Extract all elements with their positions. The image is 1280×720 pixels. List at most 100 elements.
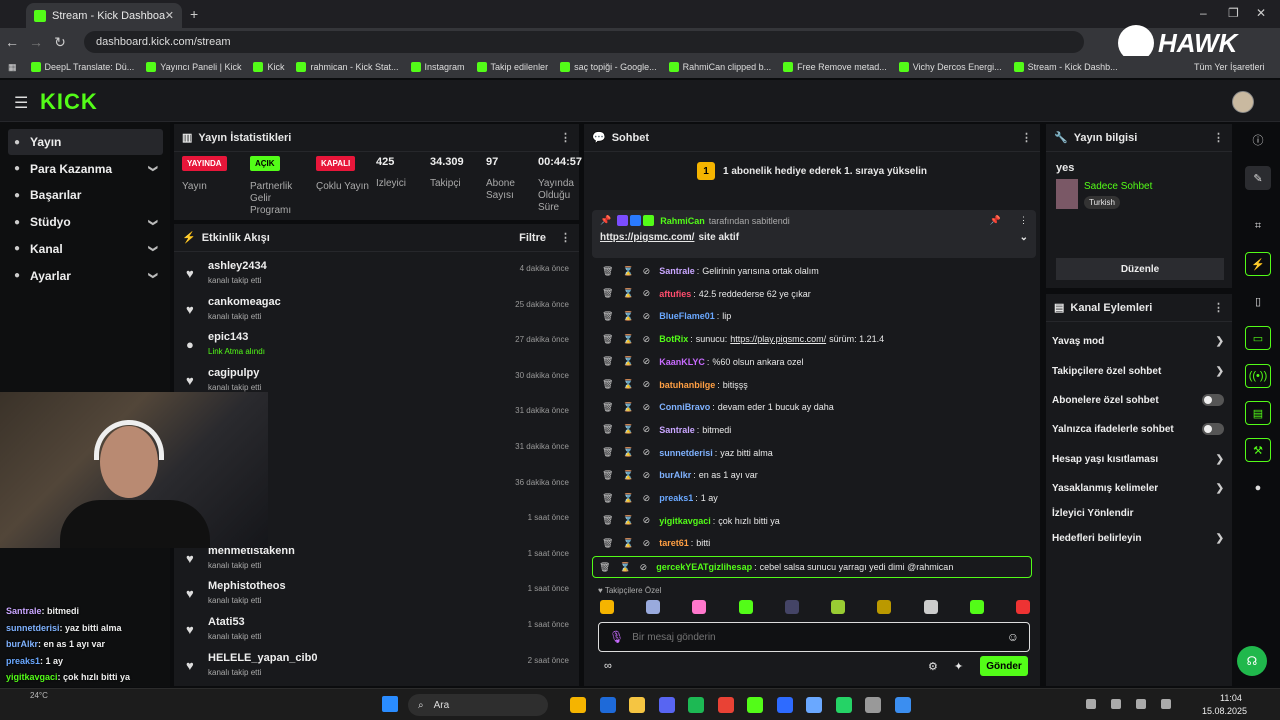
emote-icon[interactable] [831,600,846,614]
ban-icon[interactable]: ⊘ [643,334,651,345]
delete-icon[interactable]: 🗑 [602,538,613,549]
maximize-icon[interactable]: ❐ [1228,6,1239,20]
list-item[interactable]: ● epic143 Link Atma alındı 27 dakika önce [184,327,579,362]
channel-action-row[interactable]: Hesap yaşı kısıtlaması ❯ [1052,452,1224,466]
points-icon[interactable]: ∞ [604,660,612,672]
stats-menu-icon[interactable]: ⋮ [560,131,571,144]
taskbar-app-icon[interactable] [658,697,675,713]
chat-input-box[interactable]: 🎙 ☺ [598,622,1030,652]
chat-message[interactable]: 🗑 ⌛ ⊘ gercekYEATgizlihesap: cebel salsa sunu… [592,556,1032,579]
volume-icon[interactable] [1136,699,1146,709]
chat-message[interactable]: 🗑 ⌛ ⊘ batuhanbilge: bitişşş [594,375,1024,395]
ban-icon[interactable]: ⊘ [643,447,651,458]
timeout-icon[interactable]: ⌛ [622,379,633,390]
chat-message[interactable]: 🗑 ⌛ ⊘ preaks1:1 ay [594,488,1024,508]
emote-icon[interactable] [600,600,614,614]
minimize-icon[interactable]: – [1200,6,1207,20]
emote-icon[interactable] [877,600,892,614]
battery-icon[interactable] [1161,699,1171,709]
browser-tab[interactable]: Stream - Kick Dashboard ✕ [26,3,182,28]
ban-icon[interactable]: ⊘ [643,538,651,549]
taskbar-app-icon[interactable] [747,697,763,713]
wrench-icon[interactable]: ⚒ [1245,438,1271,462]
toggle-switch[interactable] [1202,394,1224,406]
pencil-icon[interactable]: ✎ [1245,166,1271,190]
chat-username[interactable]: BotRix [659,334,688,344]
chat-message[interactable]: 🗑 ⌛ ⊘ BotRix: sunucu: https://play.pigsmc.com… [594,329,1024,349]
bookmark-item[interactable]: DeepL Translate: Dü... [30,62,134,72]
taskbar-app-icon[interactable] [894,697,911,713]
chat-message[interactable]: 🗑 ⌛ ⊘ yigitkavgaci: çok hızlı bitti ya [594,511,1024,531]
chat-message[interactable]: 🗑 ⌛ ⊘ aftufies:42.5 reddederse 62 ye çıkar [594,284,1024,304]
menu-icon[interactable]: ☰ [14,93,28,113]
send-button[interactable]: Gönder [980,656,1028,676]
bolt-icon[interactable]: ⚡ [1245,252,1271,276]
bookmark-item[interactable]: Takip edilenler [476,62,548,72]
chat-message[interactable]: 🗑 ⌛ ⊘ ConniBravo: devam eder 1 bucuk ay daha [594,397,1024,417]
sidebar-item-1[interactable]: ● Para Kazanma ❯ [8,156,163,182]
chat-username[interactable]: BlueFlame01 [659,311,715,321]
chat-icon[interactable]: ▭ [1245,326,1271,350]
emote-icon[interactable] [738,600,753,614]
chat-message[interactable]: 🗑 ⌛ ⊘ Santrale: Gelirinin yarısına ortak ola… [594,261,1024,281]
taskbar-app-icon[interactable] [629,697,645,713]
sub-gift-banner[interactable]: 1 1 abonelik hediye ederek 1. sıraya yük… [584,156,1040,186]
delete-icon[interactable]: 🗑 [602,470,613,481]
list-item[interactable]: ♥ HELELE_yapan_cib0 kanalı takip etti 2 saa… [184,648,579,683]
timeout-icon[interactable]: ⌛ [622,288,633,299]
forward-icon[interactable]: → [24,34,48,50]
channel-action-row[interactable]: Yavaş mod ❯ [1052,334,1224,348]
list-item[interactable]: ♥ Atati53 kanalı takip etti 1 saat önce [184,612,579,647]
delete-icon[interactable]: 🗑 [602,515,613,526]
delete-icon[interactable]: 🗑 [602,356,613,367]
emote-icon[interactable] [969,600,984,614]
chat-username[interactable]: Santrale [659,266,695,276]
tag-chip[interactable]: Turkish [1084,196,1120,209]
toggle-switch[interactable] [1202,423,1224,435]
bookmark-item[interactable]: RahmiCan clipped b... [668,62,771,72]
chat-message[interactable]: 🗑 ⌛ ⊘ KaanKLYC: %60 olsun ankara ozel [594,352,1024,372]
avatar[interactable] [1232,91,1254,113]
chat-message[interactable]: 🗑 ⌛ ⊘ BlueFlame01: lip [594,306,1024,326]
timeout-icon[interactable]: ⌛ [622,515,633,526]
timeout-icon[interactable]: ⌛ [622,402,633,413]
delete-icon[interactable]: 🗑 [602,288,613,299]
chat-username[interactable]: Santrale [659,425,695,435]
ban-icon[interactable]: ⊘ [643,402,651,413]
apps-icon[interactable]: ▦ [8,62,17,73]
chevron-up-icon[interactable] [1086,699,1096,709]
list-item[interactable]: ♥ cankomeagac kanalı takip etti 25 dakika ö… [184,292,579,327]
ban-icon[interactable]: ⊘ [643,515,651,526]
timeout-icon[interactable]: ⌛ [622,266,633,277]
timeout-icon[interactable]: ⌛ [622,493,633,504]
channel-action-row[interactable]: Hedefleri belirleyin ❯ [1052,531,1224,545]
timeout-icon[interactable]: ⌛ [622,470,633,481]
chat-username[interactable]: KaanKLYC [659,357,705,367]
channel-action-row[interactable]: Yalnızca ifadelerle sohbet [1052,422,1224,436]
emote-picker-icon[interactable]: ☺ [1007,630,1019,644]
mic-icon[interactable]: 🎙 [609,630,624,644]
emote-icon[interactable] [692,600,707,614]
chat-username[interactable]: aftufies [659,289,691,299]
pinned-link[interactable]: https://pigsmc.com/ [600,232,694,243]
emote-icon[interactable] [923,600,938,614]
ban-icon[interactable]: ⊘ [643,470,651,481]
chat-username[interactable]: sunnetderisi [659,448,713,458]
chat-username[interactable]: preaks1 [659,493,693,503]
sidebar-item-4[interactable]: ● Kanal ❯ [8,236,163,262]
taskbar-app-icon[interactable] [865,697,881,713]
bookmark-item[interactable]: Yayıncı Paneli | Kick [146,62,241,72]
info-icon[interactable]: ⓘ [1245,128,1271,152]
timeout-icon[interactable]: ⌛ [622,424,633,435]
reload-icon[interactable]: ↻ [48,34,72,51]
delete-icon[interactable]: 🗑 [602,311,613,322]
points-icon[interactable]: ● [1245,476,1271,500]
crop-icon[interactable]: ⌗ [1245,214,1271,238]
taskbar-search[interactable]: ⌕ Ara [408,694,548,716]
taskbar-app-icon[interactable] [806,697,822,713]
delete-icon[interactable]: 🗑 [599,562,610,573]
taskbar-app-icon[interactable] [717,697,734,713]
back-icon[interactable]: ← [0,34,24,50]
headset-icon[interactable]: ☊ [1237,646,1267,676]
close-window-icon[interactable]: ✕ [1256,6,1266,20]
